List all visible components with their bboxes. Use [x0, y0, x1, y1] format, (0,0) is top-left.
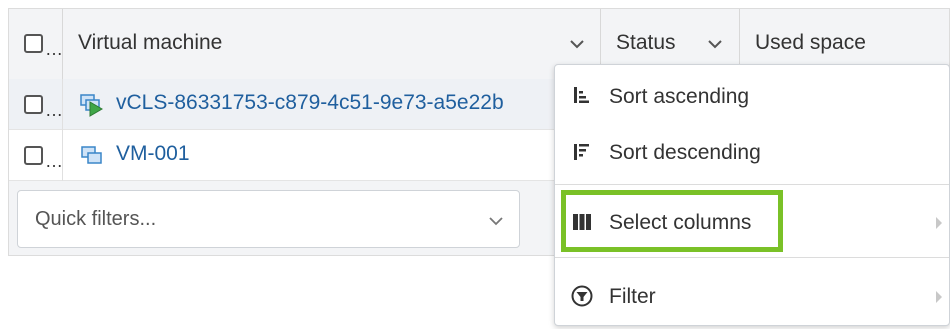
cell-divider [62, 79, 63, 130]
menu-item-filter[interactable]: Filter [555, 270, 949, 322]
select-all-header: … [9, 9, 63, 79]
quick-filters-placeholder: Quick filters... [35, 208, 157, 230]
vm-running-icon [80, 94, 103, 117]
column-header-virtual-machine[interactable]: Virtual machine [62, 9, 600, 79]
chevron-right-icon [936, 217, 942, 229]
column-context-menu: Sort ascending Sort descending Select co… [554, 64, 950, 326]
menu-divider [555, 257, 949, 258]
menu-item-label: Filter [609, 285, 656, 308]
row-checkbox[interactable] [24, 146, 43, 165]
chevron-down-icon[interactable] [708, 39, 722, 49]
chevron-down-icon [489, 217, 503, 226]
menu-item-label: Sort ascending [609, 85, 750, 108]
vm-name-link[interactable]: vCLS-86331753-c879-4c51-9e73-a5e22b [116, 91, 504, 115]
row-checkbox[interactable] [24, 95, 43, 114]
cell-divider [62, 130, 63, 181]
vm-name-link[interactable]: VM-001 [116, 142, 190, 166]
menu-item-label: Sort descending [609, 141, 761, 164]
column-label: Used space [755, 31, 866, 54]
row-ellipsis: … [45, 100, 63, 120]
quick-filters-select[interactable]: Quick filters... [17, 190, 520, 248]
select-all-checkbox[interactable] [24, 34, 43, 53]
chevron-right-icon [936, 291, 942, 303]
column-label: Virtual machine [78, 31, 223, 54]
sort-descending-icon [574, 144, 589, 160]
vm-icon [81, 146, 102, 164]
chevron-down-icon[interactable] [570, 39, 584, 49]
sort-ascending-icon [574, 87, 589, 103]
header-ellipsis: … [45, 39, 63, 59]
row-ellipsis: … [45, 151, 63, 171]
select-columns-highlight [561, 190, 783, 252]
menu-item-sort-ascending[interactable]: Sort ascending [555, 70, 949, 122]
menu-item-sort-descending[interactable]: Sort descending [555, 126, 949, 178]
filter-icon [571, 285, 593, 307]
column-label: Status [616, 31, 676, 54]
menu-divider [555, 184, 949, 185]
